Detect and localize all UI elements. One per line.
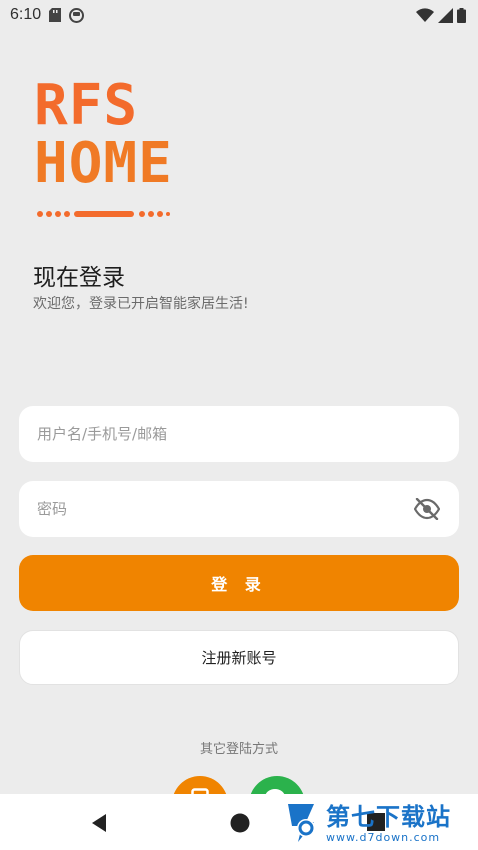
username-field-container [19,406,459,462]
logo-line-home: HOME [34,131,173,196]
login-button[interactable]: 登 录 [19,555,459,611]
battery-icon [457,7,466,23]
back-icon[interactable] [88,812,110,838]
hide-password-eye-icon[interactable] [413,495,441,523]
wifi-icon [416,7,434,23]
home-icon[interactable] [229,812,251,838]
register-button[interactable]: 注册新账号 [19,630,459,685]
status-time: 6:10 [10,6,42,23]
username-input[interactable] [37,425,441,443]
watermark-text: 第七下载站 www.d7down.com [326,805,451,843]
password-input[interactable] [37,500,413,518]
watermark: 第七下载站 www.d7down.com [284,800,474,848]
cell-signal-icon [438,7,453,23]
watermark-cn-text: 第七下载站 [326,803,451,831]
watermark-url-text: www.d7down.com [326,831,441,844]
status-right [416,7,466,23]
status-left: 6:10 [10,6,85,24]
password-field-container [19,481,459,537]
watermark-logo-icon [284,800,322,848]
logo-line-rfs: RFS [34,73,139,138]
page-title: 现在登录 [33,265,125,291]
app-notification-icon [69,7,85,23]
status-bar: 6:10 [0,0,478,30]
sd-card-icon [49,8,62,22]
page-subtitle: 欢迎您，登录已开启智能家居生活! [33,296,249,312]
app-logo: RFS HOME [34,78,174,223]
logo-dots-decoration [37,211,170,217]
other-login-label: 其它登陆方式 [199,742,278,757]
